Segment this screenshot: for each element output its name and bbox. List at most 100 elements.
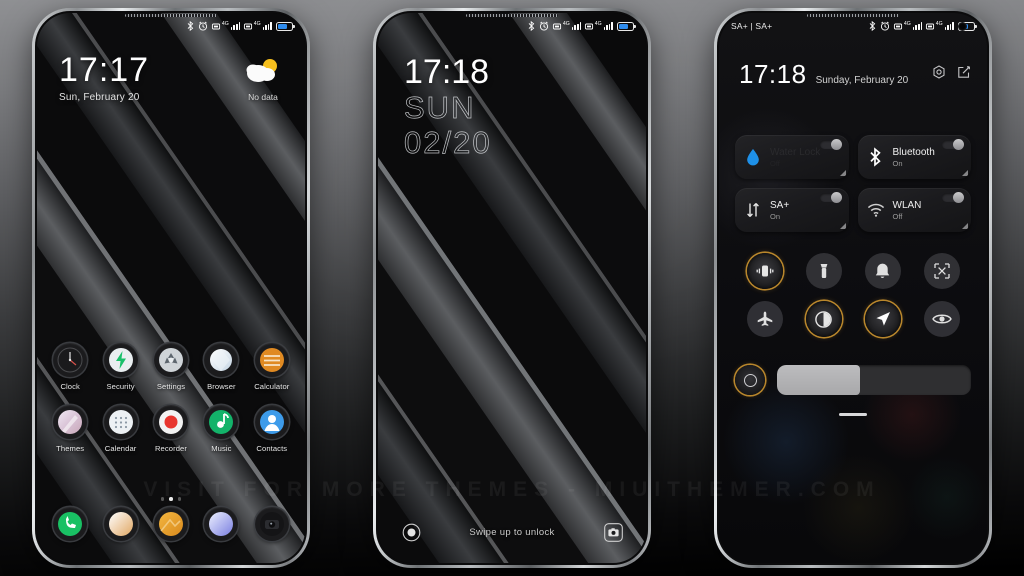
screen-home[interactable]: 4G 4G 17:17 Sun, February 20 No data Clo… <box>37 13 305 563</box>
tile-expand-corner[interactable] <box>839 170 846 176</box>
tile-name: SA+ <box>770 199 790 211</box>
water-drop-icon <box>744 148 762 166</box>
themes-app-icon <box>53 405 88 439</box>
battery-fill <box>619 23 629 29</box>
tile-toggle[interactable] <box>819 191 842 203</box>
sim2-signal: 4G <box>244 21 272 30</box>
app-music[interactable]: Music <box>196 405 246 453</box>
brightness-slider[interactable] <box>777 365 971 395</box>
tile-state: Off <box>770 158 780 168</box>
tile-expand-corner[interactable] <box>962 170 968 176</box>
app-label: Clock <box>60 382 80 391</box>
sim2-bars <box>944 22 954 30</box>
reading-mode-toggle[interactable] <box>923 301 960 337</box>
alarm-icon <box>198 21 208 31</box>
sim1-bars <box>912 22 923 30</box>
messages-app-icon <box>103 507 138 541</box>
app-themes[interactable]: Themes <box>45 405 95 453</box>
tile-wlan[interactable]: WLAN Off <box>857 188 971 232</box>
screenshot-toggle[interactable] <box>923 253 960 289</box>
page-dot[interactable] <box>177 497 182 501</box>
app-label: Browser <box>207 382 236 391</box>
wifi-icon <box>867 203 885 217</box>
airplane-mode-toggle[interactable] <box>746 301 783 337</box>
bluetooth-icon <box>867 147 885 167</box>
tile-toggle[interactable] <box>942 138 964 150</box>
lock-clock-day: SUN <box>404 90 476 125</box>
auto-brightness-icon[interactable] <box>735 365 765 395</box>
lock-bottom-bar: Swipe up to unlock <box>378 517 646 547</box>
cc-header-actions <box>932 64 971 84</box>
app-recorder[interactable]: Recorder <box>146 405 196 453</box>
app-clock[interactable]: Clock <box>45 343 95 391</box>
app-calculator[interactable]: Calculator <box>247 343 297 391</box>
sim2-network-label: 4G <box>253 21 261 27</box>
sim2-bars <box>262 22 272 30</box>
vibrate-icon <box>756 265 773 277</box>
page-dot[interactable] <box>160 497 165 501</box>
tile-expand-corner[interactable] <box>962 223 968 229</box>
sim2-bars <box>603 22 613 30</box>
sim1-network-label: 4G <box>562 21 570 27</box>
phone-home-screen: 4G 4G 17:17 Sun, February 20 No data Clo… <box>32 8 310 568</box>
app-settings[interactable]: Settings <box>146 343 196 391</box>
files-app-icon <box>204 507 239 541</box>
lock-clock-date: 02/20 <box>404 124 492 160</box>
bell-icon <box>875 263 890 278</box>
app-label: Recorder <box>154 444 188 453</box>
app-contacts[interactable]: Contacts <box>247 405 297 453</box>
browser-app-icon <box>204 343 239 377</box>
dark-mode-toggle[interactable] <box>805 301 842 337</box>
tile-water-lock[interactable]: Water Lock Off <box>735 135 849 179</box>
dock-app-phone[interactable] <box>45 507 95 541</box>
flashlight-toggle[interactable] <box>805 253 842 289</box>
flashlight-icon[interactable] <box>400 521 422 543</box>
tile-mobile-data[interactable]: SA+ On <box>735 188 849 232</box>
sim-card-icon <box>926 23 935 30</box>
dock-app-camera[interactable] <box>247 507 297 541</box>
dock-app-gallery[interactable] <box>146 507 196 541</box>
drag-handle[interactable] <box>839 413 867 416</box>
app-browser[interactable]: Browser <box>196 343 246 391</box>
bluetooth-icon <box>528 20 535 32</box>
home-clock-widget[interactable]: 17:17 Sun, February 20 <box>59 53 149 103</box>
sim-card-icon <box>212 23 221 30</box>
screen-lock[interactable]: 4G 4G 17:18 SUN 02/20 Swipe up to unlock <box>378 13 646 563</box>
page-dot-active[interactable] <box>169 497 173 501</box>
sim-card-icon <box>244 23 253 30</box>
home-clock-time: 17:17 <box>59 51 150 89</box>
tile-toggle[interactable] <box>819 138 842 150</box>
dock-app-files[interactable] <box>196 507 246 541</box>
brightness-row <box>735 365 971 395</box>
battery-icon <box>617 21 636 31</box>
do-not-disturb-toggle[interactable] <box>864 253 901 289</box>
tile-bluetooth[interactable]: Bluetooth On <box>857 135 971 179</box>
location-toggle[interactable] <box>864 301 901 337</box>
tile-toggle[interactable] <box>942 191 964 203</box>
weather-widget[interactable]: No data <box>235 57 291 102</box>
camera-icon[interactable] <box>602 521 624 543</box>
home-clock-date: Sun, February 20 <box>59 92 140 103</box>
music-app-icon <box>204 405 239 439</box>
phone-app-icon <box>53 507 88 541</box>
settings-app-icon <box>153 343 188 377</box>
brightness-slider-fill <box>777 365 861 395</box>
dock-app-messages[interactable] <box>95 507 145 541</box>
tile-expand-corner[interactable] <box>839 223 846 229</box>
battery-fill <box>278 23 288 29</box>
app-label: Settings <box>156 382 186 391</box>
lock-clock: 17:18 SUN 02/20 <box>404 55 492 158</box>
edit-icon[interactable] <box>957 65 971 84</box>
vibrate-toggle[interactable] <box>746 253 783 289</box>
screen-control-center[interactable]: SA+ | SA+ 4G 4G 17:18 Sunday, February 2… <box>719 13 987 563</box>
sim2-signal: 4G <box>926 21 954 30</box>
app-calendar[interactable]: Calendar <box>95 405 145 453</box>
page-indicator <box>37 497 305 501</box>
phone-bezel-inner: SA+ | SA+ 4G 4G 17:18 Sunday, February 2… <box>717 11 989 565</box>
tile-text: SA+ On <box>770 200 789 221</box>
gear-icon[interactable] <box>932 64 946 84</box>
location-arrow-icon <box>875 312 890 326</box>
sim1-bars <box>230 22 241 30</box>
app-security[interactable]: Security <box>95 343 145 391</box>
sim-card-icon <box>894 23 903 30</box>
